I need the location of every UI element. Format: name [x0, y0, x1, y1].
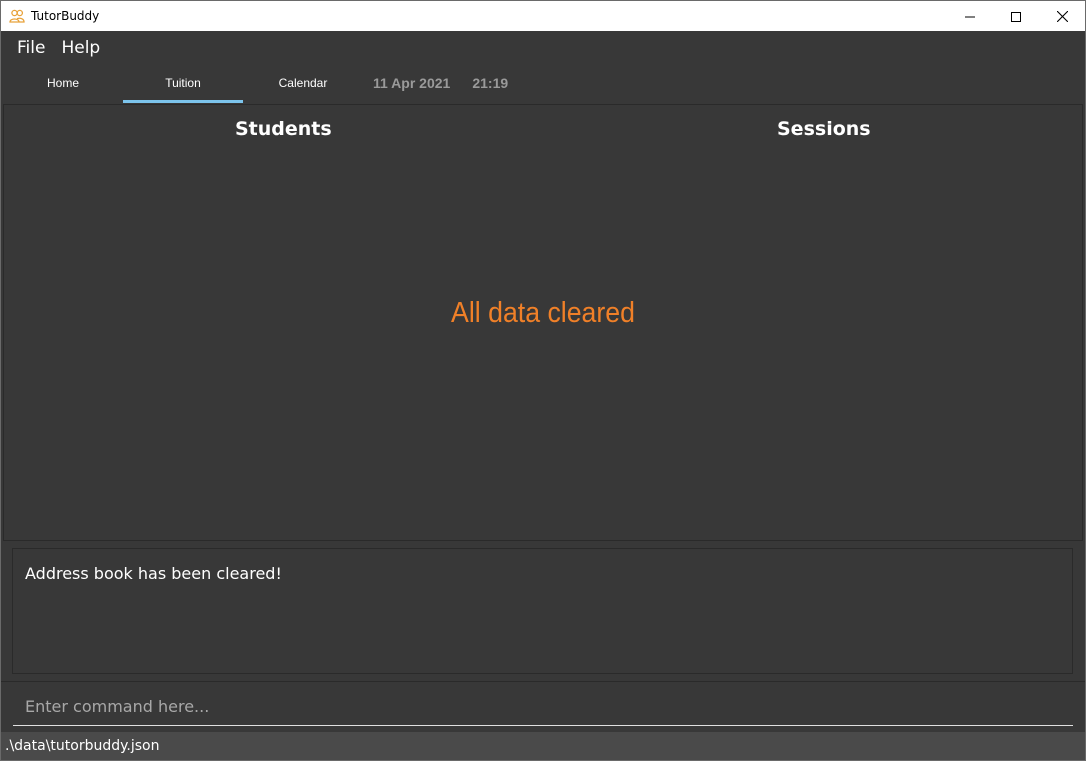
result-text: Address book has been cleared! — [25, 564, 282, 583]
maximize-icon — [1011, 7, 1021, 26]
result-display-area: Address book has been cleared! — [3, 543, 1083, 680]
tab-bar: Home Tuition Calendar 11 Apr 2021 21:19 — [1, 65, 1085, 103]
title-bar: TutorBuddy — [1, 1, 1085, 31]
close-button[interactable] — [1039, 1, 1085, 31]
menu-file[interactable]: File — [9, 38, 53, 58]
maximize-button[interactable] — [993, 1, 1039, 31]
people-icon — [9, 8, 25, 24]
save-file-path: .\data\tutorbuddy.json — [5, 738, 160, 754]
students-heading: Students — [235, 118, 332, 140]
app-window: TutorBuddy File Help Home Tuition Calend… — [0, 0, 1086, 761]
window-title: TutorBuddy — [31, 9, 100, 23]
sessions-heading: Sessions — [777, 118, 871, 140]
datetime-display: 11 Apr 2021 21:19 — [363, 65, 508, 103]
command-input[interactable] — [13, 688, 1073, 726]
window-controls — [947, 1, 1085, 31]
tab-tuition[interactable]: Tuition — [123, 65, 243, 103]
status-bar: .\data\tutorbuddy.json — [1, 732, 1085, 760]
time-label: 21:19 — [472, 74, 509, 91]
minimize-icon — [965, 7, 975, 26]
menu-help[interactable]: Help — [53, 38, 108, 58]
command-box — [1, 681, 1085, 731]
result-display[interactable]: Address book has been cleared! — [12, 548, 1073, 674]
menu-bar: File Help — [1, 31, 1085, 65]
tab-calendar[interactable]: Calendar — [243, 65, 363, 103]
minimize-button[interactable] — [947, 1, 993, 31]
tuition-panel: Students Sessions All data cleared — [3, 104, 1083, 541]
close-icon — [1056, 7, 1068, 26]
date-label: 11 Apr 2021 — [373, 74, 451, 91]
tab-home[interactable]: Home — [3, 65, 123, 103]
data-cleared-message: All data cleared — [451, 297, 635, 329]
